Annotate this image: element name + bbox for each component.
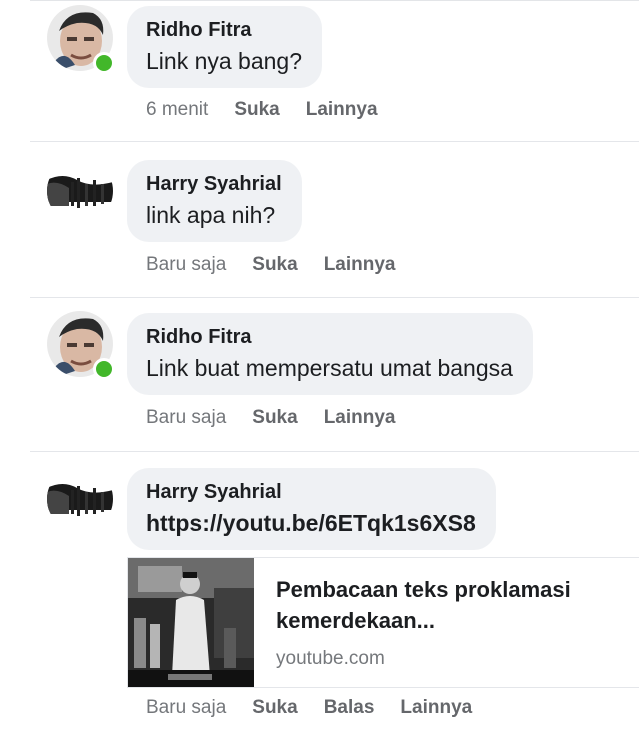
- like-button[interactable]: Suka: [234, 98, 279, 122]
- comment-author[interactable]: Harry Syahrial: [146, 172, 282, 196]
- like-button[interactable]: Suka: [252, 253, 297, 277]
- video-thumbnail-image-icon: [128, 558, 254, 687]
- comment-meta: 6 menit Suka Lainnya: [146, 98, 404, 122]
- reply-button[interactable]: Balas: [324, 696, 375, 720]
- comment-bubble[interactable]: Harry Syahrial link apa nih?: [127, 160, 302, 242]
- comment-text: Link buat mempersatu umat bangsa: [146, 355, 513, 381]
- comment-text: Link nya bang?: [146, 48, 303, 74]
- landscape-avatar-icon: [47, 466, 113, 532]
- comment-text: link apa nih?: [146, 202, 276, 228]
- link-preview-card[interactable]: Pembacaan teks proklamasi kemerdekaan...…: [127, 557, 639, 688]
- like-button[interactable]: Suka: [252, 406, 297, 430]
- comment-author[interactable]: Harry Syahrial: [146, 480, 476, 504]
- comment-timestamp[interactable]: Baru saja: [146, 696, 226, 720]
- landscape-avatar-icon: [47, 158, 113, 224]
- divider: [30, 451, 639, 452]
- comment-timestamp[interactable]: Baru saja: [146, 406, 226, 430]
- avatar[interactable]: [47, 466, 113, 532]
- comment-timestamp[interactable]: Baru saja: [146, 253, 226, 277]
- comment-bubble[interactable]: Ridho Fitra Link buat mempersatu umat ba…: [127, 313, 533, 395]
- comment-bubble[interactable]: Harry Syahrial https://youtu.be/6ETqk1s6…: [127, 468, 496, 550]
- top-divider: [30, 0, 639, 1]
- comment-author[interactable]: Ridho Fitra: [146, 18, 302, 42]
- more-button[interactable]: Lainnya: [324, 253, 396, 277]
- link-preview-title[interactable]: Pembacaan teks proklamasi kemerdekaan...: [276, 574, 626, 636]
- comment-author[interactable]: Ridho Fitra: [146, 325, 513, 349]
- more-button[interactable]: Lainnya: [324, 406, 396, 430]
- comment-meta: Baru saja Suka Lainnya: [146, 406, 422, 430]
- comment-meta: Baru saja Suka Lainnya: [146, 253, 422, 277]
- video-thumbnail[interactable]: [128, 558, 254, 687]
- divider: [30, 141, 639, 142]
- like-button[interactable]: Suka: [252, 696, 297, 720]
- comment-bubble[interactable]: Ridho Fitra Link nya bang?: [127, 6, 323, 88]
- online-status-indicator: [93, 358, 115, 380]
- more-button[interactable]: Lainnya: [400, 696, 472, 720]
- link-preview-domain: youtube.com: [276, 648, 385, 669]
- more-button[interactable]: Lainnya: [306, 98, 378, 122]
- online-status-indicator: [93, 52, 115, 74]
- comment-link[interactable]: https://youtu.be/6ETqk1s6XS8: [146, 509, 476, 537]
- comment-meta: Baru saja Suka Balas Lainnya: [146, 696, 498, 720]
- comment-timestamp[interactable]: 6 menit: [146, 98, 208, 122]
- avatar[interactable]: [47, 158, 113, 224]
- divider: [30, 297, 639, 298]
